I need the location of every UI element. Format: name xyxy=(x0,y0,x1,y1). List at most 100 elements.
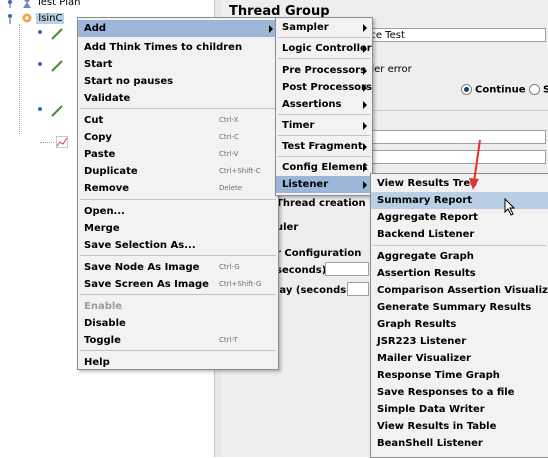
tree-node-child-1[interactable] xyxy=(36,28,63,42)
add-menu-item-config-element[interactable]: Config Element xyxy=(276,159,372,176)
duration-field[interactable] xyxy=(325,262,369,276)
listener-item-graph-results[interactable]: Graph Results xyxy=(371,316,548,333)
menu-item-start[interactable]: Start xyxy=(78,56,278,73)
menu-item-label: Graph Results xyxy=(377,319,457,330)
listener-item-backend-listener[interactable]: Backend Listener xyxy=(371,226,548,243)
add-submenu: Sampler Logic Controller Pre Processors Pos… xyxy=(275,17,373,196)
listener-item-view-results-in-table[interactable]: View Results in Table xyxy=(371,418,548,435)
menu-item-add-think-times-to-children[interactable]: Add Think Times to children xyxy=(78,39,278,56)
menu-item-duplicate[interactable]: Duplicate Ctrl+Shift-C xyxy=(78,163,278,180)
menu-item-paste[interactable]: Paste Ctrl-V xyxy=(78,146,278,163)
menu-item-label: View Results in Table xyxy=(377,421,497,432)
menu-item-toggle[interactable]: Toggle Ctrl-T xyxy=(78,332,278,349)
menu-item-merge[interactable]: Merge xyxy=(78,220,278,237)
tree-node-listener[interactable] xyxy=(55,135,69,150)
menu-item-label: View Results Tree xyxy=(377,178,477,189)
menu-item-save-selection-as[interactable]: Save Selection As... xyxy=(78,237,278,254)
shortcut-label: Ctrl+Shift-G xyxy=(219,280,262,288)
name-field[interactable]: nce Test xyxy=(361,28,546,42)
listener-item-aggregate-report[interactable]: Aggregate Report xyxy=(371,209,548,226)
menu-item-label: Response Time Graph xyxy=(377,370,500,381)
menu-item-start-no-pauses[interactable]: Start no pauses xyxy=(78,73,278,90)
context-menu: Add Add Think Times to children Start Start… xyxy=(77,17,279,370)
add-menu-item-timer[interactable]: Timer xyxy=(276,117,372,134)
threads-field[interactable]: 0 xyxy=(361,130,546,144)
listener-item-jsr223-listener[interactable]: JSR223 Listener xyxy=(371,333,548,350)
menu-item-label: BeanShell Listener xyxy=(377,438,483,449)
menu-item-validate[interactable]: Validate xyxy=(78,90,278,107)
test-plan-icon xyxy=(21,0,33,8)
menu-separator xyxy=(278,37,370,38)
listener-item-save-responses-to-a-file[interactable]: Save Responses to a file xyxy=(371,384,548,401)
menu-separator xyxy=(80,294,276,295)
menu-item-add[interactable]: Add xyxy=(78,20,278,37)
listener-item-view-results-tree[interactable]: View Results Tree xyxy=(371,175,548,192)
add-menu-item-sampler[interactable]: Sampler xyxy=(276,19,372,36)
listener-item-mailer-visualizer[interactable]: Mailer Visualizer xyxy=(371,350,548,367)
shortcut-label: Ctrl-T xyxy=(219,336,238,344)
sampler-pipette-icon xyxy=(51,105,63,117)
submenu-arrow-icon xyxy=(363,101,367,109)
menu-separator xyxy=(80,199,276,200)
menu-item-remove[interactable]: Remove Delete xyxy=(78,180,278,197)
tree-node-thread-group[interactable]: lsinC xyxy=(6,12,65,26)
shortcut-label: Ctrl+Shift-C xyxy=(219,167,261,175)
submenu-arrow-icon xyxy=(363,45,367,53)
tree-node-child-3[interactable] xyxy=(36,105,63,119)
menu-separator xyxy=(278,156,370,157)
mouse-pointer-icon xyxy=(504,198,516,216)
add-menu-item-test-fragment[interactable]: Test Fragment xyxy=(276,138,372,155)
submenu-arrow-icon xyxy=(363,122,367,130)
menu-item-disable[interactable]: Disable xyxy=(78,315,278,332)
tree-expand-icon xyxy=(36,28,48,40)
ramp-up-field[interactable]: 2 xyxy=(361,150,546,164)
add-menu-item-listener[interactable]: Listener xyxy=(276,176,372,193)
menu-item-label: Disable xyxy=(84,318,126,329)
menu-item-enable[interactable]: Enable xyxy=(78,298,278,315)
menu-item-copy[interactable]: Copy Ctrl-C xyxy=(78,129,278,146)
continue-label: Continue xyxy=(475,84,526,96)
listener-item-summary-report[interactable]: Summary Report xyxy=(371,192,548,209)
menu-item-label: Remove xyxy=(84,183,130,194)
add-menu-item-logic-controller[interactable]: Logic Controller xyxy=(276,40,372,57)
menu-item-label: Sampler xyxy=(282,22,329,33)
next-option-label: S xyxy=(543,84,548,96)
sampler-pipette-icon xyxy=(51,60,63,72)
listener-item-simple-data-writer[interactable]: Simple Data Writer xyxy=(371,401,548,418)
menu-separator xyxy=(373,245,546,246)
sampler-pipette-icon xyxy=(51,28,63,40)
tree-label-test-plan: Test Plan xyxy=(36,0,81,8)
menu-item-label: Pre Processors xyxy=(282,65,367,76)
tree-node-child-2[interactable] xyxy=(36,60,63,74)
listener-item-beanshell-listener[interactable]: BeanShell Listener xyxy=(371,435,548,452)
menu-item-label: Comparison Assertion Visualizer xyxy=(377,285,548,296)
menu-item-help[interactable]: Help xyxy=(78,354,278,371)
shortcut-label: Ctrl-V xyxy=(219,150,239,158)
menu-item-open[interactable]: Open... xyxy=(78,203,278,220)
add-menu-item-pre-processors[interactable]: Pre Processors xyxy=(276,62,372,79)
listener-item-assertion-results[interactable]: Assertion Results xyxy=(371,265,548,282)
menu-item-label: Generate Summary Results xyxy=(377,302,532,313)
menu-item-label: Toggle xyxy=(84,335,121,346)
menu-item-save-node-as-image[interactable]: Save Node As Image Ctrl-G xyxy=(78,259,278,276)
menu-item-label: Cut xyxy=(84,115,104,126)
menu-item-cut[interactable]: Cut Ctrl-X xyxy=(78,112,278,129)
listener-item-response-time-graph[interactable]: Response Time Graph xyxy=(371,367,548,384)
listener-item-comparison-assertion-visualizer[interactable]: Comparison Assertion Visualizer xyxy=(371,282,548,299)
duration-label: seconds) xyxy=(276,265,327,276)
listener-item-generate-summary-results[interactable]: Generate Summary Results xyxy=(371,299,548,316)
add-menu-item-assertions[interactable]: Assertions xyxy=(276,96,372,113)
menu-item-save-screen-as-image[interactable]: Save Screen As Image Ctrl+Shift-G xyxy=(78,276,278,293)
next-option-radio[interactable]: S xyxy=(529,84,548,96)
menu-item-label: Save Responses to a file xyxy=(377,387,515,398)
tree-node-test-plan[interactable]: Test Plan xyxy=(6,0,81,10)
menu-item-label: Validate xyxy=(84,93,131,104)
listener-item-aggregate-graph[interactable]: Aggregate Graph xyxy=(371,248,548,265)
graph-icon xyxy=(55,135,69,149)
startup-delay-field[interactable] xyxy=(347,282,369,296)
menu-item-label: Timer xyxy=(282,120,315,131)
submenu-arrow-icon xyxy=(363,67,367,75)
continue-radio[interactable]: Continue xyxy=(461,84,526,96)
add-menu-item-post-processors[interactable]: Post Processors xyxy=(276,79,372,96)
shortcut-label: Ctrl-G xyxy=(219,263,240,271)
